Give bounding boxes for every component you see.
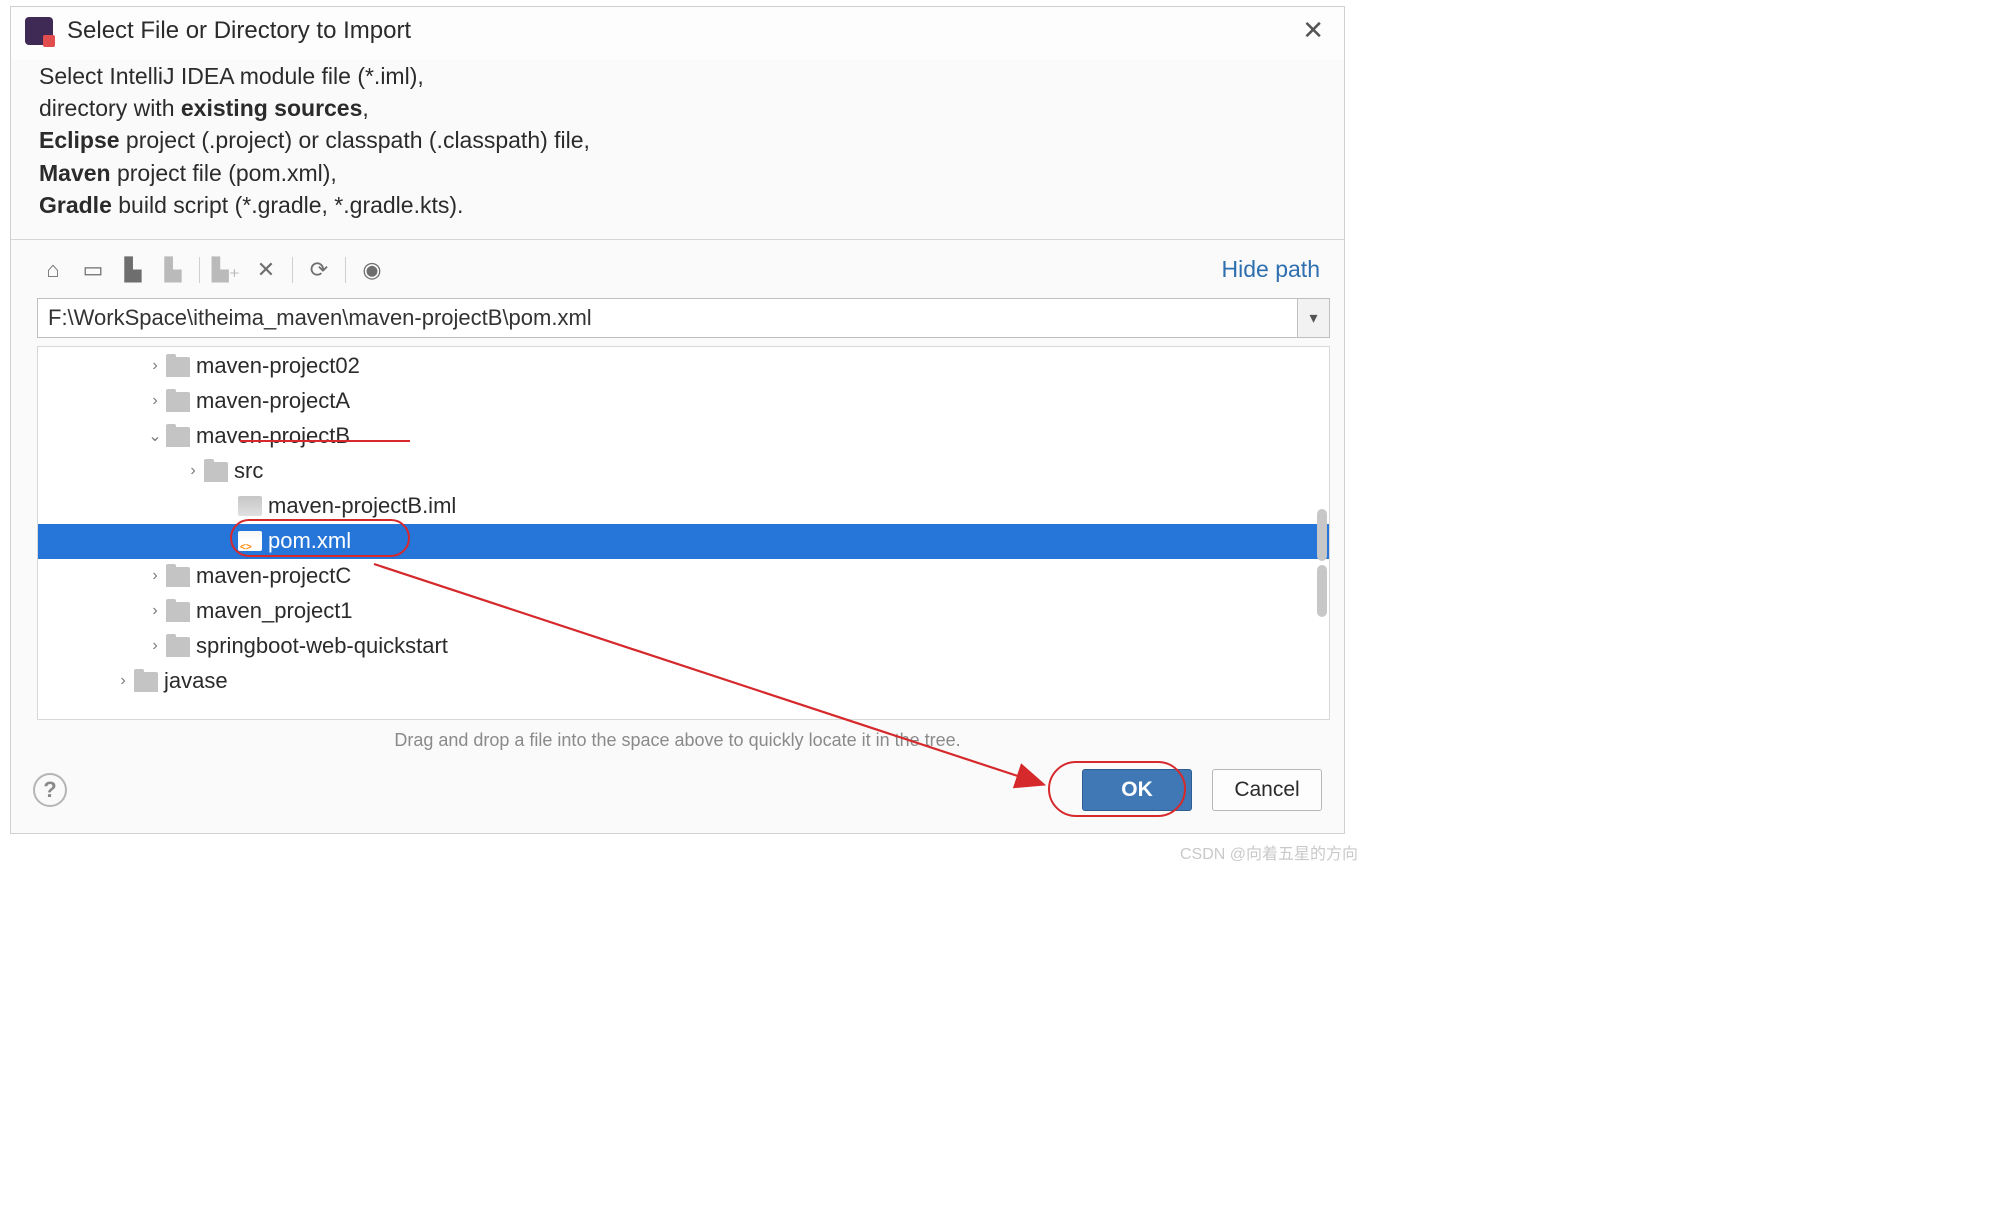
project-icon[interactable]: ▙: [113, 252, 153, 288]
folder-icon: [166, 567, 190, 587]
tree-item-label: maven-projectA: [196, 388, 350, 414]
path-row: ▾: [11, 294, 1344, 346]
chevron-right-icon[interactable]: ›: [146, 392, 164, 410]
scrollbar-thumb[interactable]: [1317, 509, 1327, 561]
dialog-title: Select File or Directory to Import: [67, 17, 411, 45]
file-tree: › maven-project02 › maven-projectA ⌄ maven-pr…: [37, 346, 1330, 720]
tree-item[interactable]: › springboot-web-quickstart: [38, 629, 1329, 664]
module-icon: ▙: [153, 252, 193, 288]
folder-icon: [166, 357, 190, 377]
help-icon[interactable]: ?: [33, 773, 67, 807]
tree-item[interactable]: › src: [38, 454, 1329, 489]
refresh-icon[interactable]: ⟳: [299, 252, 339, 288]
iml-file-icon: [238, 496, 262, 516]
tree-item[interactable]: › maven-project02: [38, 349, 1329, 384]
tree-item[interactable]: › javase: [38, 664, 1329, 699]
tree-item[interactable]: ›maven-projectB.iml: [38, 489, 1329, 524]
close-icon[interactable]: ✕: [1296, 15, 1330, 46]
tree-item-label: maven_project1: [196, 598, 353, 624]
tree-item-label: maven-project02: [196, 353, 360, 379]
folder-icon: [166, 602, 190, 622]
title-bar: Select File or Directory to Import ✕: [11, 7, 1344, 60]
chevron-right-icon[interactable]: ›: [146, 602, 164, 620]
annotation-underline: [240, 440, 410, 442]
folder-icon: [166, 427, 190, 447]
tree-item-label: maven-projectB.iml: [268, 493, 456, 519]
show-hidden-icon[interactable]: ◉: [352, 252, 392, 288]
instructions-text: Select IntelliJ IDEA module file (*.iml)…: [11, 60, 1344, 239]
tree-item[interactable]: › maven_project1: [38, 594, 1329, 629]
import-dialog: Select File or Directory to Import ✕ Sel…: [10, 6, 1345, 834]
instr-line1: Select IntelliJ IDEA module file (*.iml)…: [39, 63, 424, 89]
chevron-down-icon[interactable]: ⌄: [146, 426, 164, 446]
folder-icon: [134, 672, 158, 692]
chevron-right-icon[interactable]: ›: [114, 672, 132, 690]
chevron-right-icon[interactable]: ›: [184, 462, 202, 480]
folder-icon: [166, 392, 190, 412]
home-icon[interactable]: ⌂: [33, 252, 73, 288]
tree-item-label: javase: [164, 668, 228, 694]
tree-item-label: src: [234, 458, 263, 484]
tree-item[interactable]: › maven-projectA: [38, 384, 1329, 419]
dialog-footer: ? OK Cancel: [11, 753, 1344, 833]
tree-item[interactable]: ⌄ maven-projectB: [38, 419, 1329, 454]
cancel-button[interactable]: Cancel: [1212, 769, 1322, 811]
annotation-ellipse-pom: [230, 519, 410, 557]
hide-path-link[interactable]: Hide path: [1222, 256, 1326, 283]
chevron-right-icon[interactable]: ›: [146, 637, 164, 655]
drag-hint: Drag and drop a file into the space abov…: [11, 724, 1344, 753]
tree-item-label: maven-projectB: [196, 423, 350, 449]
tree-item-label: maven-projectC: [196, 563, 351, 589]
chevron-right-icon[interactable]: ›: [146, 357, 164, 375]
path-input[interactable]: [37, 298, 1298, 338]
scrollbar-thumb[interactable]: [1317, 565, 1327, 617]
folder-icon: [204, 462, 228, 482]
tree-item-label: springboot-web-quickstart: [196, 633, 448, 659]
separator: [11, 239, 1344, 240]
new-folder-icon: ▙₊: [206, 252, 246, 288]
path-history-dropdown[interactable]: ▾: [1298, 298, 1330, 338]
desktop-icon[interactable]: ▭: [73, 252, 113, 288]
ok-button[interactable]: OK: [1082, 769, 1192, 811]
toolbar: ⌂ ▭ ▙ ▙ ▙₊ ✕ ⟳ ◉ Hide path: [11, 246, 1344, 294]
tree-item[interactable]: › maven-projectC: [38, 559, 1329, 594]
delete-icon[interactable]: ✕: [246, 252, 286, 288]
watermark: CSDN @向着五星的方向: [1180, 840, 1358, 864]
intellij-icon: [25, 17, 53, 45]
chevron-right-icon[interactable]: ›: [146, 567, 164, 585]
folder-icon: [166, 637, 190, 657]
